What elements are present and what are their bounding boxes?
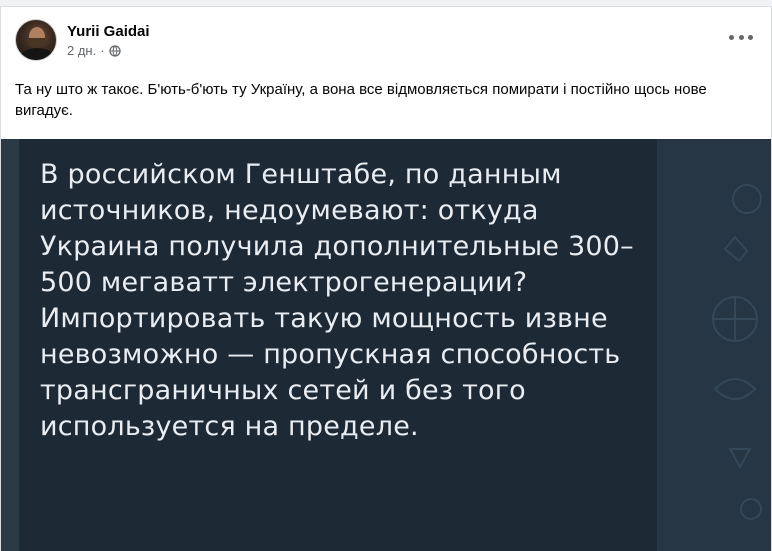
image-text: В российском Генштабе, по данным источни…: [40, 159, 634, 442]
more-horizontal-icon: [729, 34, 734, 40]
post-timestamp[interactable]: 2 дн.: [67, 43, 96, 59]
post-meta: Yurii Gaidai 2 дн. ·: [67, 22, 150, 59]
globe-icon[interactable]: [108, 44, 121, 57]
post-image[interactable]: В российском Генштабе, по данным источни…: [1, 139, 771, 551]
avatar[interactable]: [15, 19, 57, 61]
image-text-card: В российском Генштабе, по данным источни…: [19, 139, 657, 551]
post-time-row: 2 дн. ·: [67, 43, 150, 59]
separator-dot: ·: [100, 42, 105, 58]
post-header: Yurii Gaidai 2 дн. ·: [15, 19, 150, 61]
more-dot: [748, 34, 753, 40]
more-options-button[interactable]: [729, 29, 753, 45]
background-doodles: [712, 184, 762, 520]
more-dot: [738, 34, 744, 40]
post-text: Та ну што ж такоє. Б'ють-б'ють ту Україн…: [15, 81, 707, 119]
post-card: Yurii Gaidai 2 дн. · Та ну што ж такоє. …: [0, 6, 772, 551]
author-name[interactable]: Yurii Gaidai: [67, 22, 150, 41]
